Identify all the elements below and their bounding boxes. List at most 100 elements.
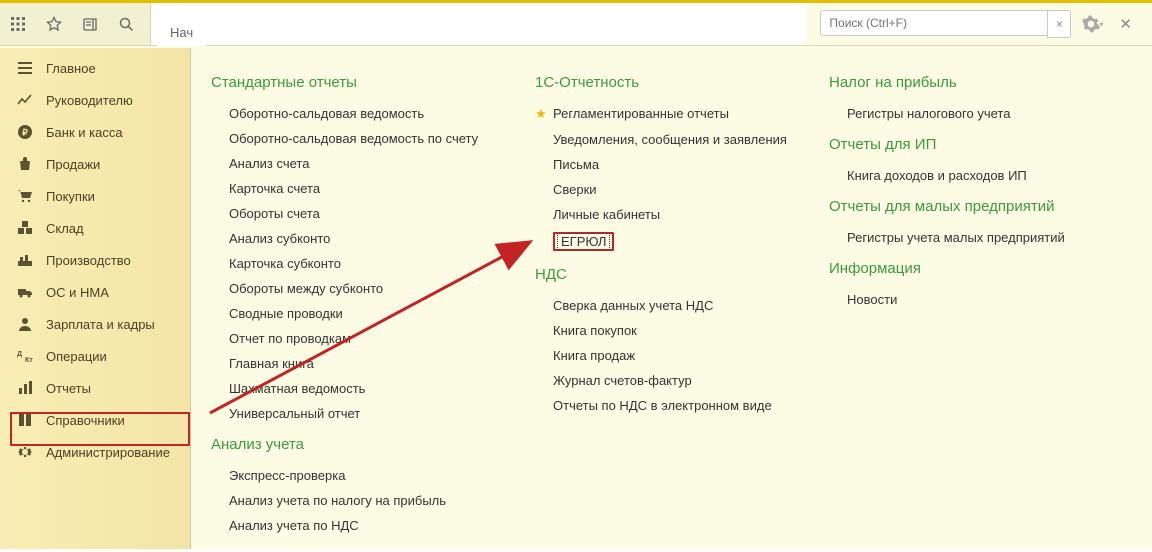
section-1c-reporting[interactable]: 1С-Отчетность	[535, 74, 805, 91]
star-icon[interactable]	[36, 3, 72, 45]
report-link[interactable]: Шахматная ведомость	[229, 376, 511, 401]
report-link[interactable]: Письма	[553, 152, 805, 177]
sidebar-item-reports[interactable]: Отчеты	[0, 372, 190, 404]
report-link[interactable]: Карточка счета	[229, 176, 511, 201]
sidebar-item-sales[interactable]: Продажи	[0, 148, 190, 180]
sidebar-item-manager[interactable]: Руководителю	[0, 84, 190, 116]
sidebar-item-label: Руководителю	[46, 93, 133, 108]
panel-controls: × ▾ ✕	[806, 3, 1152, 45]
book-icon	[16, 412, 34, 428]
report-link[interactable]: Уведомления, сообщения и заявления	[553, 127, 805, 152]
report-link[interactable]: Книга продаж	[553, 343, 805, 368]
sidebar-item-label: Отчеты	[46, 381, 91, 396]
section-ip-reports[interactable]: Отчеты для ИП	[829, 136, 1089, 153]
close-panel-button[interactable]: ✕	[1113, 15, 1138, 33]
sidebar-item-salary[interactable]: Зарплата и кадры	[0, 308, 190, 340]
factory-icon	[16, 252, 34, 268]
svg-text:Д: Д	[17, 351, 22, 358]
report-link-egrul[interactable]: ЕГРЮЛ	[553, 227, 805, 256]
section-analysis[interactable]: Анализ учета	[211, 436, 511, 453]
report-link-label: ЕГРЮЛ	[557, 233, 610, 250]
reports-panel: Стандартные отчеты Оборотно-сальдовая ве…	[191, 48, 1152, 549]
app-window: Нач × ▾ ✕ Главное Руководителю	[0, 0, 1152, 549]
report-link[interactable]: Анализ счета	[229, 151, 511, 176]
top-toolbar-left	[0, 3, 150, 45]
section-info[interactable]: Информация	[829, 260, 1089, 277]
reports-column-2: 1С-Отчетность ★Регламентированные отчеты…	[535, 64, 805, 546]
sidebar-item-label: Справочники	[46, 413, 125, 428]
trend-icon	[16, 92, 34, 108]
boxes-icon	[16, 220, 34, 236]
chart-icon	[16, 380, 34, 396]
highlight-box: ЕГРЮЛ	[553, 232, 614, 251]
report-link[interactable]: Оборотно-сальдовая ведомость по счету	[229, 126, 511, 151]
section-vat[interactable]: НДС	[535, 266, 805, 283]
sidebar-item-admin[interactable]: Администрирование	[0, 436, 190, 468]
sidebar-item-label: Склад	[46, 221, 84, 236]
person-icon	[16, 316, 34, 332]
sidebar-item-label: Покупки	[46, 189, 95, 204]
apps-icon[interactable]	[0, 3, 36, 45]
operations-icon: ДКт	[16, 348, 34, 364]
report-link-regulated[interactable]: ★Регламентированные отчеты	[553, 101, 805, 127]
sidebar-item-purchases[interactable]: Покупки	[0, 180, 190, 212]
sidebar-item-label: Продажи	[46, 157, 100, 172]
truck-icon	[16, 284, 34, 300]
svg-text:₽: ₽	[22, 128, 28, 138]
sidebar-item-bank[interactable]: ₽ Банк и касса	[0, 116, 190, 148]
sidebar: Главное Руководителю ₽ Банк и касса Прод…	[0, 48, 191, 549]
section-small-business[interactable]: Отчеты для малых предприятий	[829, 198, 1089, 215]
gear-icon	[16, 444, 34, 460]
report-link[interactable]: Книга покупок	[553, 318, 805, 343]
tab-start[interactable]: Нач	[157, 18, 206, 46]
report-link[interactable]: Экспресс-проверка	[229, 463, 511, 488]
sidebar-item-label: Главное	[46, 61, 96, 76]
ruble-icon: ₽	[16, 124, 34, 140]
search-clear-button[interactable]: ×	[1047, 10, 1071, 38]
report-link[interactable]: Отчет по проводкам	[229, 326, 511, 351]
settings-gear-icon[interactable]: ▾	[1081, 14, 1103, 34]
favorite-star-icon: ★	[535, 106, 549, 122]
report-link[interactable]: Сводные проводки	[229, 301, 511, 326]
sidebar-item-main[interactable]: Главное	[0, 52, 190, 84]
report-link-label: Регламентированные отчеты	[553, 106, 729, 121]
sidebar-item-label: Производство	[46, 253, 131, 268]
report-link[interactable]: Новости	[847, 287, 1089, 312]
search-icon[interactable]	[108, 3, 144, 45]
sidebar-item-production[interactable]: Производство	[0, 244, 190, 276]
top-toolbar: Нач × ▾ ✕	[0, 3, 1152, 46]
report-link[interactable]: Сверка данных учета НДС	[553, 293, 805, 318]
sidebar-item-catalog[interactable]: Справочники	[0, 404, 190, 436]
report-link[interactable]: Обороты счета	[229, 201, 511, 226]
sidebar-item-label: Банк и касса	[46, 125, 123, 140]
report-link[interactable]: Обороты между субконто	[229, 276, 511, 301]
reports-column-1: Стандартные отчеты Оборотно-сальдовая ве…	[211, 64, 511, 546]
report-link[interactable]: Анализ учета по НДС	[229, 513, 511, 538]
sidebar-item-warehouse[interactable]: Склад	[0, 212, 190, 244]
report-link[interactable]: Регистры налогового учета	[847, 101, 1089, 126]
cart-icon	[16, 188, 34, 204]
sidebar-item-operations[interactable]: ДКт Операции	[0, 340, 190, 372]
report-link[interactable]: Отчеты по НДС в электронном виде	[553, 393, 805, 418]
report-link[interactable]: Карточка субконто	[229, 251, 511, 276]
report-link[interactable]: Сверки	[553, 177, 805, 202]
section-standard-reports[interactable]: Стандартные отчеты	[211, 74, 511, 91]
bag-icon	[16, 156, 34, 172]
history-icon[interactable]	[72, 3, 108, 45]
report-link[interactable]: Книга доходов и расходов ИП	[847, 163, 1089, 188]
report-link[interactable]: Оборотно-сальдовая ведомость	[229, 101, 511, 126]
sidebar-item-assets[interactable]: ОС и НМА	[0, 276, 190, 308]
report-link[interactable]: Анализ субконто	[229, 226, 511, 251]
search-input[interactable]	[820, 10, 1047, 36]
tab-strip: Нач	[150, 3, 806, 45]
report-link[interactable]: Журнал счетов-фактур	[553, 368, 805, 393]
section-profit-tax[interactable]: Налог на прибыль	[829, 74, 1089, 91]
report-link[interactable]: Регистры учета малых предприятий	[847, 225, 1089, 250]
reports-column-3: Налог на прибыль Регистры налогового уче…	[829, 64, 1089, 546]
report-link[interactable]: Анализ учета по налогу на прибыль	[229, 488, 511, 513]
report-link[interactable]: Главная книга	[229, 351, 511, 376]
report-link[interactable]: Универсальный отчет	[229, 401, 511, 426]
sidebar-item-label: ОС и НМА	[46, 285, 109, 300]
svg-text:Кт: Кт	[25, 357, 33, 364]
report-link[interactable]: Личные кабинеты	[553, 202, 805, 227]
